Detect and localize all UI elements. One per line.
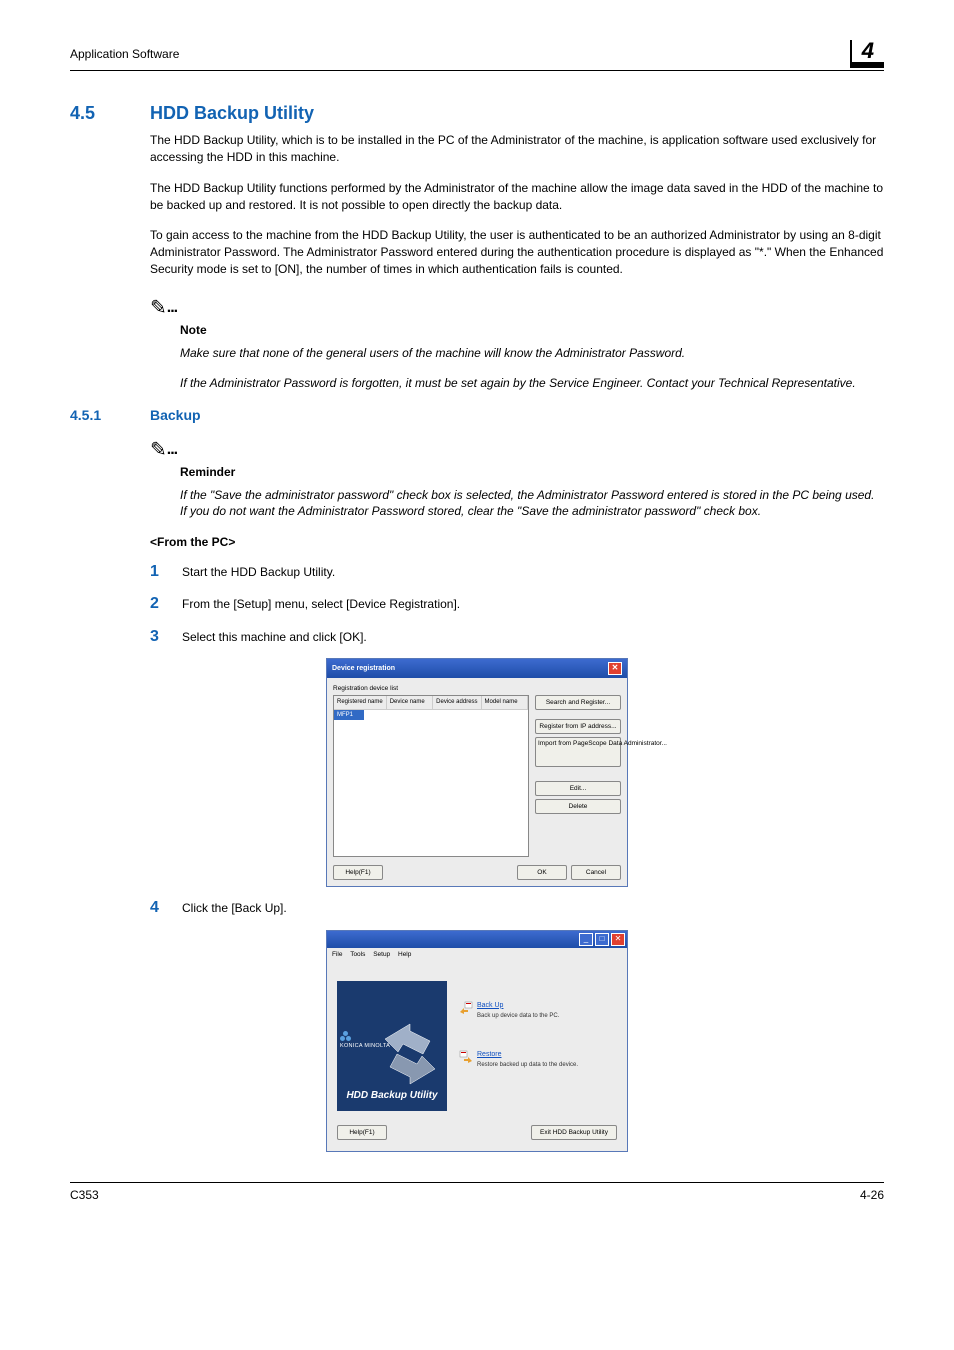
step-row: 4 Click the [Back Up]. <box>150 897 884 919</box>
menu-bar: File Tools Setup Help <box>327 948 627 961</box>
from-pc-heading: <From the PC> <box>150 534 884 551</box>
close-icon[interactable]: ✕ <box>608 662 622 675</box>
help-button[interactable]: Help(F1) <box>333 865 383 880</box>
subsection-title: Backup <box>150 406 201 426</box>
edit-button[interactable]: Edit... <box>535 781 621 796</box>
hdd-backup-utility-window: _ □ ✕ File Tools Setup Help KONICA MINOL… <box>326 930 628 1152</box>
menu-tools[interactable]: Tools <box>350 951 365 958</box>
restore-icon <box>459 1050 473 1064</box>
breadcrumb: Application Software <box>70 46 179 63</box>
footer-left: C353 <box>70 1187 99 1204</box>
backup-option: Back Up Back up device data to the PC. <box>459 1001 617 1020</box>
reminder-label: Reminder <box>180 462 884 481</box>
dots-icon: ... <box>167 299 177 316</box>
step-number: 1 <box>150 561 182 583</box>
step-number: 4 <box>150 897 182 919</box>
logo-panel: KONICA MINOLTA HDD Backup Utility <box>337 981 447 1111</box>
step-number: 2 <box>150 593 182 615</box>
step-text: Start the HDD Backup Utility. <box>182 562 335 581</box>
pencil-icon: ✎ <box>150 297 167 319</box>
note-block: ✎... Note Make sure that none of the gen… <box>150 292 884 392</box>
utility-title: HDD Backup Utility <box>337 1089 447 1103</box>
section-heading: 4.5 HDD Backup Utility <box>70 101 884 126</box>
footer-right: 4-26 <box>860 1187 884 1204</box>
paragraph: To gain access to the machine from the H… <box>150 227 884 277</box>
device-registration-dialog: Device registration ✕ Registration devic… <box>326 658 628 887</box>
backup-link[interactable]: Back Up <box>477 1001 559 1011</box>
page-header: Application Software 4 <box>70 40 884 71</box>
reminder-text: If the "Save the administrator password"… <box>180 487 884 521</box>
col-header[interactable]: Model name <box>482 696 528 708</box>
section-title: HDD Backup Utility <box>150 101 314 126</box>
dialog-title: Device registration <box>332 664 395 674</box>
section-body: The HDD Backup Utility, which is to be i… <box>150 132 884 278</box>
cancel-button[interactable]: Cancel <box>571 865 621 880</box>
page-footer: C353 4-26 <box>70 1182 884 1204</box>
subsection-number: 4.5.1 <box>70 406 150 426</box>
dots-icon: ... <box>167 441 177 458</box>
col-header[interactable]: Device address <box>433 696 481 708</box>
step-text: Select this machine and click [OK]. <box>182 627 367 646</box>
step-row: 1 Start the HDD Backup Utility. <box>150 561 884 583</box>
col-header[interactable]: Device name <box>387 696 433 708</box>
menu-setup[interactable]: Setup <box>373 951 390 958</box>
list-item[interactable]: MFP1 <box>334 710 364 720</box>
ok-button[interactable]: OK <box>517 865 567 880</box>
restore-option: Restore Restore backed up data to the de… <box>459 1050 617 1069</box>
note-text: If the Administrator Password is forgott… <box>180 375 884 392</box>
backup-desc: Back up device data to the PC. <box>477 1012 559 1020</box>
minimize-icon[interactable]: _ <box>579 933 593 946</box>
note-text: Make sure that none of the general users… <box>180 345 884 362</box>
brand-logo-icon <box>340 1031 350 1041</box>
exit-button[interactable]: Exit HDD Backup Utility <box>531 1125 617 1140</box>
backup-icon <box>459 1001 473 1015</box>
list-header: Registered name Device name Device addre… <box>334 696 528 709</box>
restore-link[interactable]: Restore <box>477 1050 578 1060</box>
subsection-heading: 4.5.1 Backup <box>70 406 884 426</box>
arrows-icon <box>375 1019 445 1089</box>
search-register-button[interactable]: Search and Register... <box>535 695 621 710</box>
delete-button[interactable]: Delete <box>535 799 621 814</box>
help-button[interactable]: Help(F1) <box>337 1125 387 1140</box>
window-titlebar: _ □ ✕ <box>327 931 627 948</box>
register-ip-button[interactable]: Register from IP address... <box>535 719 621 734</box>
step-text: From the [Setup] menu, select [Device Re… <box>182 594 460 613</box>
paragraph: The HDD Backup Utility functions perform… <box>150 180 884 214</box>
step-row: 2 From the [Setup] menu, select [Device … <box>150 593 884 615</box>
restore-desc: Restore backed up data to the device. <box>477 1061 578 1069</box>
col-header[interactable]: Registered name <box>334 696 387 708</box>
reminder-block: ✎... Reminder If the "Save the administr… <box>150 434 884 520</box>
import-button[interactable]: Import from PageScope Data Administrator… <box>535 737 621 767</box>
menu-file[interactable]: File <box>332 951 342 958</box>
pencil-icon: ✎ <box>150 439 167 461</box>
close-icon[interactable]: ✕ <box>611 933 625 946</box>
section-number: 4.5 <box>70 101 150 126</box>
list-caption: Registration device list <box>333 684 621 693</box>
step-row: 3 Select this machine and click [OK]. <box>150 626 884 648</box>
maximize-icon[interactable]: □ <box>595 933 609 946</box>
chapter-number: 4 <box>850 40 884 68</box>
menu-help[interactable]: Help <box>398 951 411 958</box>
dialog-titlebar: Device registration ✕ <box>327 659 627 678</box>
device-list[interactable]: Registered name Device name Device addre… <box>333 695 529 857</box>
paragraph: The HDD Backup Utility, which is to be i… <box>150 132 884 166</box>
step-text: Click the [Back Up]. <box>182 898 287 917</box>
note-label: Note <box>180 320 884 339</box>
step-number: 3 <box>150 626 182 648</box>
